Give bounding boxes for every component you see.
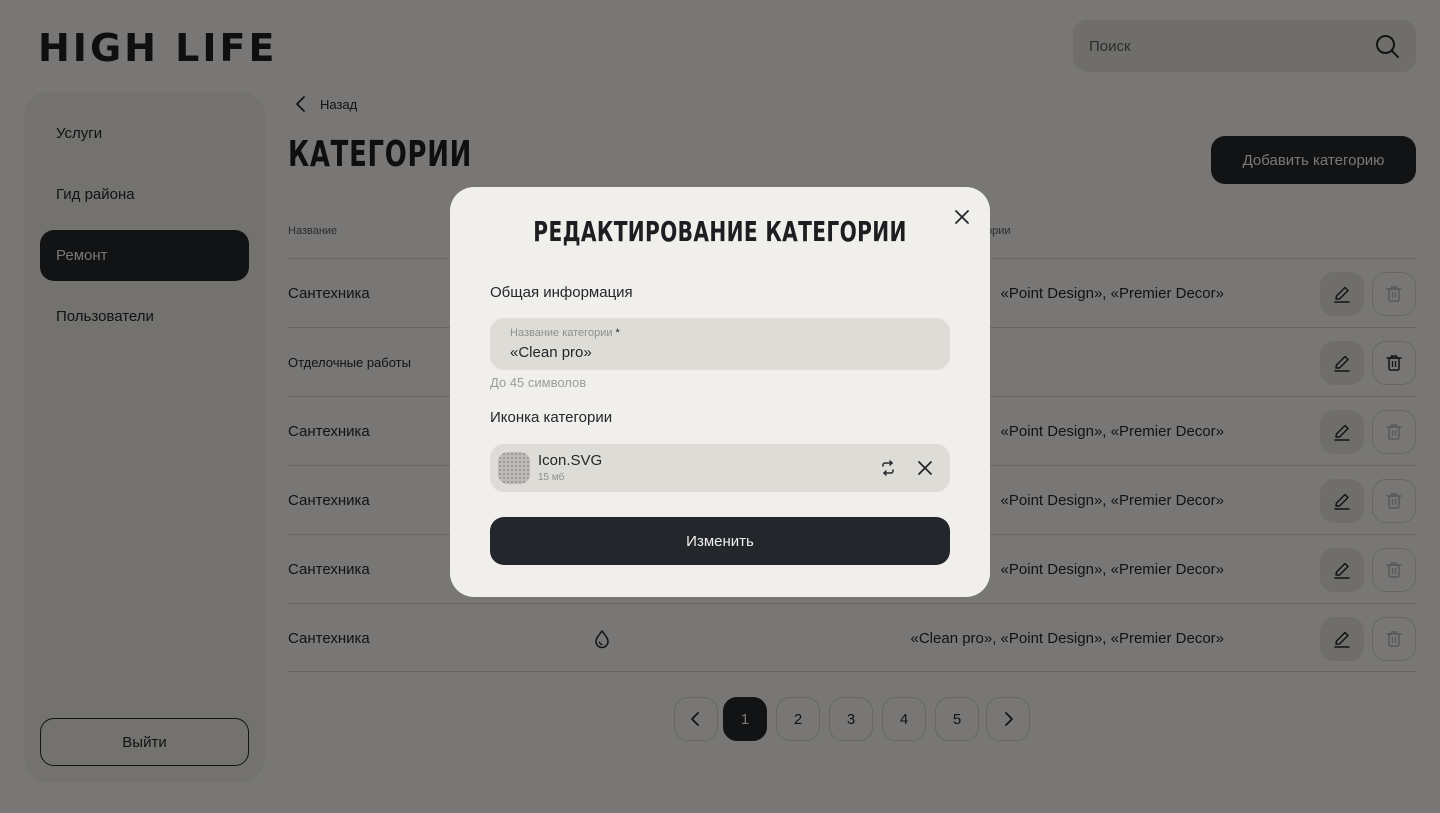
category-name-field[interactable]: Название категории * [490,318,950,370]
edit-category-modal: РЕДАКТИРОВАНИЕ КАТЕГОРИИ Общая информаци… [450,187,990,597]
uploaded-file: Icon.SVG 15 мб [490,444,950,492]
category-name-label: Название категории * [510,327,620,339]
file-size: 15 мб [538,472,565,483]
submit-button[interactable]: Изменить [490,517,950,565]
required-mark: * [615,327,620,339]
category-name-input[interactable] [510,344,930,361]
category-icon-label: Иконка категории [490,409,613,426]
close-icon [916,459,934,477]
modal-title: РЕДАКТИРОВАНИЕ КАТЕГОРИИ [533,215,907,248]
file-thumbnail [498,452,530,484]
replace-file-button[interactable] [877,457,899,479]
close-icon [954,209,970,225]
remove-file-button[interactable] [914,457,936,479]
general-info-label: Общая информация [490,284,633,301]
char-limit-hint: До 45 символов [490,375,587,390]
file-name: Icon.SVG [538,452,603,469]
close-button[interactable] [950,205,974,229]
replace-icon [879,459,897,477]
